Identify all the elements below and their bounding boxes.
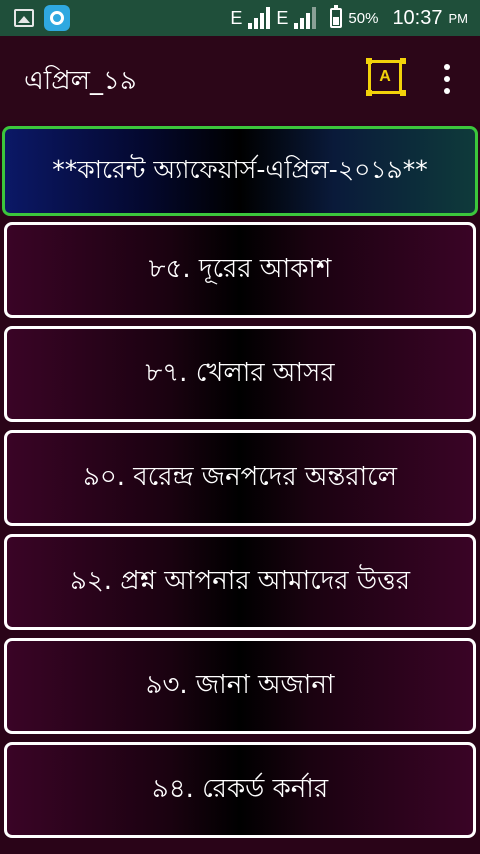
list-header[interactable]: **কারেন্ট অ্যাফেয়ার্স-এপ্রিল-২০১৯** [2, 126, 478, 216]
more-vert-icon[interactable] [438, 64, 456, 94]
battery-percent: 50% [348, 9, 379, 27]
signal-strength-icon-2 [294, 7, 317, 29]
list-item[interactable]: ৯৪. রেকর্ড কর্নার [4, 742, 476, 838]
list-item[interactable]: ৮৫. দূরের আকাশ [4, 222, 476, 318]
signal-strength-icon [248, 7, 271, 29]
clock-ampm: PM [448, 10, 469, 26]
font-size-icon-label: A [379, 68, 391, 85]
list-item[interactable]: ৮৭. খেলার আসর [4, 326, 476, 422]
font-size-icon[interactable]: A [366, 58, 402, 96]
clock-time: 10:37 [392, 6, 443, 29]
network-type-label: E [230, 7, 243, 28]
network-type-label-2: E [276, 7, 289, 28]
gallery-icon [14, 9, 34, 27]
list-item[interactable]: ৯৩. জানা অজানা [4, 638, 476, 734]
list-item[interactable]: ৯২. প্রশ্ন আপনার আমাদের উত্তর [4, 534, 476, 630]
list-item[interactable]: ৯০. বরেন্দ্র জনপদের অন্তরালে [4, 430, 476, 526]
page-title: এপ্রিল_১৯ [24, 66, 137, 96]
battery-icon [330, 5, 343, 28]
app-sync-icon [44, 5, 70, 31]
status-bar: E E 50% 10:37 PM [0, 0, 480, 36]
app-bar: এপ্রিল_১৯ A [0, 36, 480, 122]
topic-list: **কারেন্ট অ্যাফেয়ার্স-এপ্রিল-২০১৯** ৮৫.… [0, 122, 480, 854]
